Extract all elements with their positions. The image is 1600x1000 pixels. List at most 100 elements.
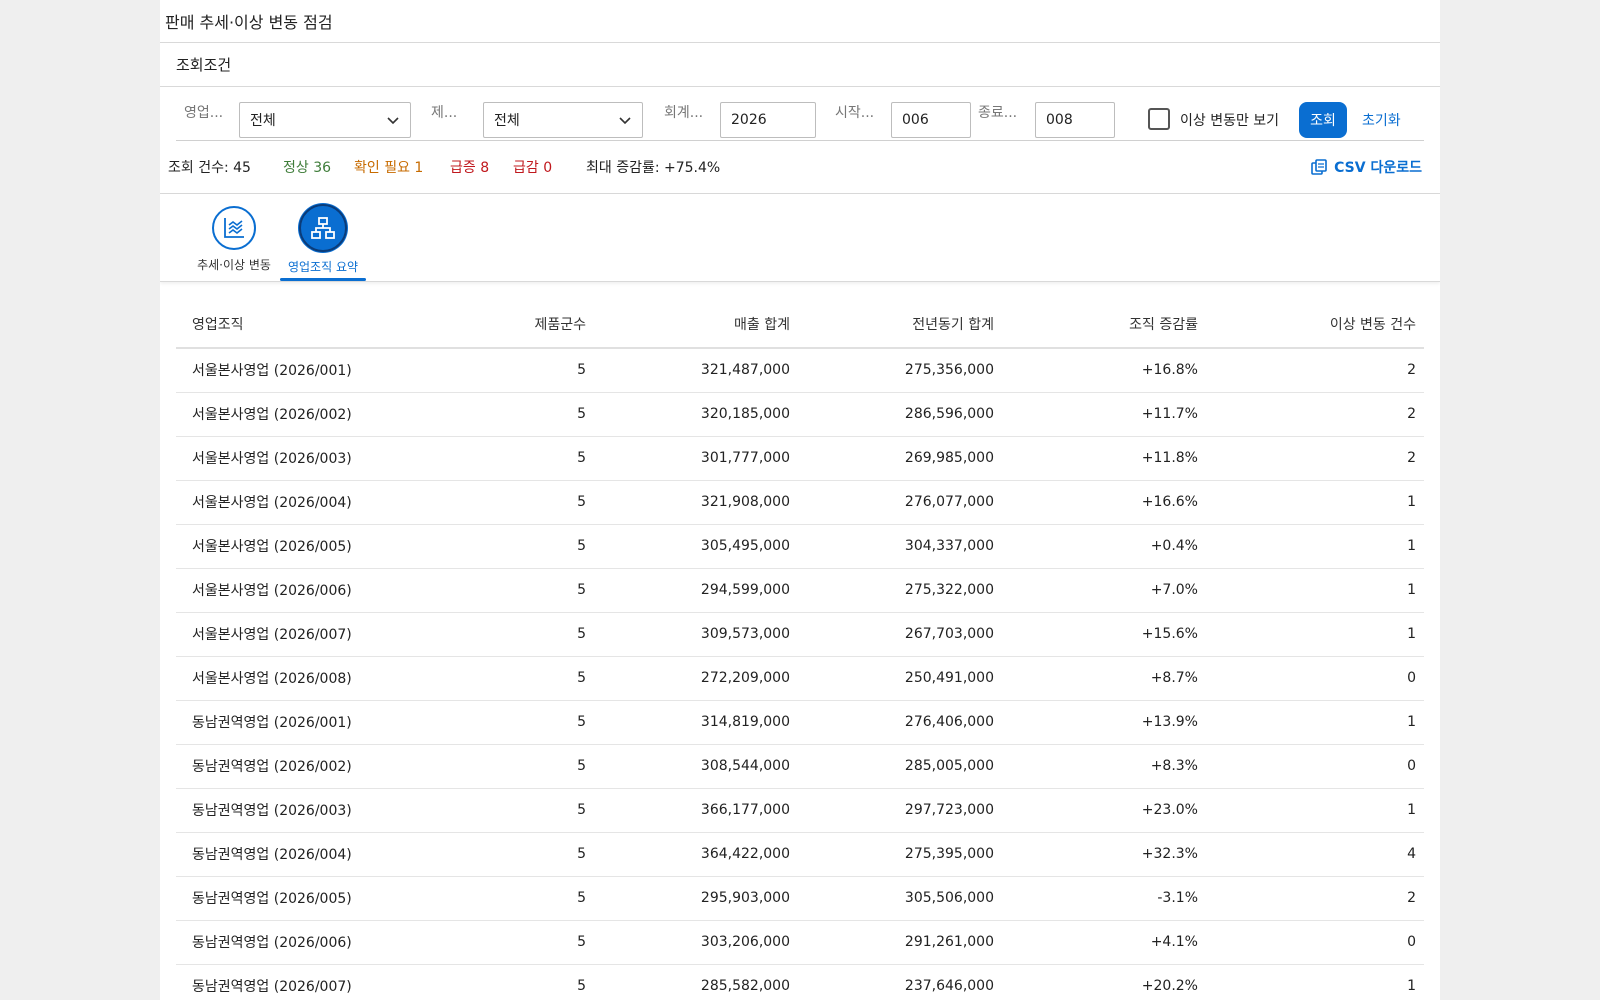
cell-change-rate: +13.9% [1002, 700, 1206, 745]
cell-product-count: 5 [394, 964, 594, 1000]
cell-change-rate: +16.6% [1002, 480, 1206, 525]
cell-product-count: 5 [394, 876, 594, 921]
cell-prev-year-total: 267,703,000 [798, 612, 1002, 657]
search-button[interactable]: 조회 [1299, 102, 1347, 138]
tab-trend-anomaly[interactable]: 추세·이상 변동 [196, 206, 272, 273]
cell-prev-year-total: 269,985,000 [798, 436, 1002, 481]
table-row[interactable]: 서울본사영업 (2026/002) 5 320,185,000 286,596,000… [176, 392, 1424, 437]
cell-product-count: 5 [394, 788, 594, 833]
column-header-org[interactable]: 영업조직 [176, 300, 394, 349]
cell-anomaly-count: 1 [1206, 612, 1424, 657]
cell-anomaly-count: 0 [1206, 656, 1424, 701]
cell-sales-total: 308,544,000 [594, 744, 798, 789]
cell-change-rate: +32.3% [1002, 832, 1206, 877]
cell-product-count: 5 [394, 920, 594, 965]
table-row[interactable]: 서울본사영업 (2026/004) 5 321,908,000 276,077,000… [176, 480, 1424, 525]
org-select-value: 전체 [250, 113, 276, 129]
column-header-anomaly-count[interactable]: 이상 변동 건수 [1206, 300, 1424, 349]
tab-icon-frame [299, 204, 347, 252]
cell-org: 서울본사영업 (2026/004) [176, 480, 394, 525]
cell-anomaly-count: 2 [1206, 876, 1424, 921]
anomaly-only-label[interactable]: 이상 변동만 보기 [1180, 110, 1279, 130]
cell-org: 동남권역영업 (2026/002) [176, 744, 394, 789]
cell-anomaly-count: 2 [1206, 436, 1424, 481]
cell-product-count: 5 [394, 568, 594, 613]
start-period-input[interactable]: 006 [891, 102, 971, 138]
cell-prev-year-total: 237,646,000 [798, 964, 1002, 1000]
table-row[interactable]: 동남권역영업 (2026/004) 5 364,422,000 275,395,000… [176, 832, 1424, 877]
cell-org: 동남권역영업 (2026/007) [176, 964, 394, 1000]
table-row[interactable]: 서울본사영업 (2026/003) 5 301,777,000 269,985,000… [176, 436, 1424, 481]
cell-prev-year-total: 285,005,000 [798, 744, 1002, 789]
table-row[interactable]: 서울본사영업 (2026/005) 5 305,495,000 304,337,000… [176, 524, 1424, 569]
cell-sales-total: 303,206,000 [594, 920, 798, 965]
anomaly-only-checkbox[interactable] [1148, 108, 1170, 130]
status-badge-surge: 급증 8 [450, 160, 490, 176]
cell-product-count: 5 [394, 656, 594, 701]
product-select-value: 전체 [494, 113, 520, 129]
column-header-change-rate[interactable]: 조직 증감률 [1002, 300, 1206, 349]
cell-sales-total: 321,487,000 [594, 348, 798, 393]
cell-change-rate: +0.4% [1002, 524, 1206, 569]
end-period-input[interactable]: 008 [1035, 102, 1115, 138]
cell-prev-year-total: 276,077,000 [798, 480, 1002, 525]
org-hierarchy-icon [311, 217, 335, 239]
cell-sales-total: 314,819,000 [594, 700, 798, 745]
chevron-down-icon [619, 117, 631, 125]
end-period-value: 008 [1046, 112, 1073, 128]
year-input[interactable]: 2026 [720, 102, 816, 138]
table-row[interactable]: 서울본사영업 (2026/007) 5 309,573,000 267,703,000… [176, 612, 1424, 657]
cell-sales-total: 320,185,000 [594, 392, 798, 437]
cell-prev-year-total: 276,406,000 [798, 700, 1002, 745]
table-row[interactable]: 동남권역영업 (2026/003) 5 366,177,000 297,723,000… [176, 788, 1424, 833]
table-row[interactable]: 동남권역영업 (2026/005) 5 295,903,000 305,506,000… [176, 876, 1424, 921]
reset-button[interactable]: 초기화 [1356, 106, 1407, 134]
csv-download-button[interactable]: CSV 다운로드 [1310, 157, 1422, 177]
cell-anomaly-count: 4 [1206, 832, 1424, 877]
summary-bar: 조회 건수: 45 정상 36 확인 필요 1 급증 8 급감 0 최대 증감률… [160, 141, 1440, 194]
product-filter-label: 제... [431, 105, 458, 121]
org-select[interactable]: 전체 [239, 102, 411, 138]
cell-anomaly-count: 1 [1206, 964, 1424, 1000]
table-row[interactable]: 서울본사영업 (2026/001) 5 321,487,000 275,356,000… [176, 348, 1424, 393]
cell-change-rate: +11.7% [1002, 392, 1206, 437]
cell-sales-total: 321,908,000 [594, 480, 798, 525]
tab-org-summary[interactable]: 영업조직 요약 [282, 204, 364, 275]
filter-panel-header[interactable]: 조회조건 [160, 43, 1440, 87]
table-row[interactable]: 동남권역영업 (2026/001) 5 314,819,000 276,406,000… [176, 700, 1424, 745]
cell-org: 서울본사영업 (2026/007) [176, 612, 394, 657]
year-input-value: 2026 [731, 112, 767, 128]
trend-chart-icon [224, 218, 244, 238]
cell-change-rate: +20.2% [1002, 964, 1206, 1000]
cell-product-count: 5 [394, 348, 594, 393]
cell-org: 동남권역영업 (2026/003) [176, 788, 394, 833]
table-row[interactable]: 동남권역영업 (2026/002) 5 308,544,000 285,005,000… [176, 744, 1424, 789]
cell-sales-total: 272,209,000 [594, 656, 798, 701]
cell-anomaly-count: 1 [1206, 568, 1424, 613]
column-header-sales-total[interactable]: 매출 합계 [594, 300, 798, 349]
column-header-prev-year-total[interactable]: 전년동기 합계 [798, 300, 1002, 349]
table-row[interactable]: 서울본사영업 (2026/006) 5 294,599,000 275,322,000… [176, 568, 1424, 613]
cell-anomaly-count: 1 [1206, 524, 1424, 569]
cell-prev-year-total: 305,506,000 [798, 876, 1002, 921]
cell-change-rate: -3.1% [1002, 876, 1206, 921]
cell-prev-year-total: 286,596,000 [798, 392, 1002, 437]
app-page: 판매 추세·이상 변동 점검 조회조건 영업... 전체 제... 전체 회계.… [160, 0, 1440, 1000]
end-period-label: 종료... [978, 105, 1018, 121]
cell-sales-total: 364,422,000 [594, 832, 798, 877]
org-summary-table: 영업조직 제품군수 매출 합계 전년동기 합계 조직 증감률 이상 변동 건수 … [176, 300, 1424, 1000]
cell-sales-total: 366,177,000 [594, 788, 798, 833]
column-header-product-count[interactable]: 제품군수 [394, 300, 594, 349]
filter-panel-title: 조회조건 [176, 56, 232, 74]
view-tab-bar: 추세·이상 변동 영업조직 요약 [160, 194, 1440, 282]
cell-prev-year-total: 304,337,000 [798, 524, 1002, 569]
table-row[interactable]: 동남권역영업 (2026/006) 5 303,206,000 291,261,000… [176, 920, 1424, 965]
app-titlebar: 판매 추세·이상 변동 점검 [160, 0, 1440, 43]
table-row[interactable]: 서울본사영업 (2026/008) 5 272,209,000 250,491,000… [176, 656, 1424, 701]
cell-product-count: 5 [394, 700, 594, 745]
cell-anomaly-count: 1 [1206, 700, 1424, 745]
cell-change-rate: +11.8% [1002, 436, 1206, 481]
table-row[interactable]: 동남권역영업 (2026/007) 5 285,582,000 237,646,000… [176, 964, 1424, 1000]
product-select[interactable]: 전체 [483, 102, 643, 138]
org-filter-label: 영업... [184, 105, 224, 121]
